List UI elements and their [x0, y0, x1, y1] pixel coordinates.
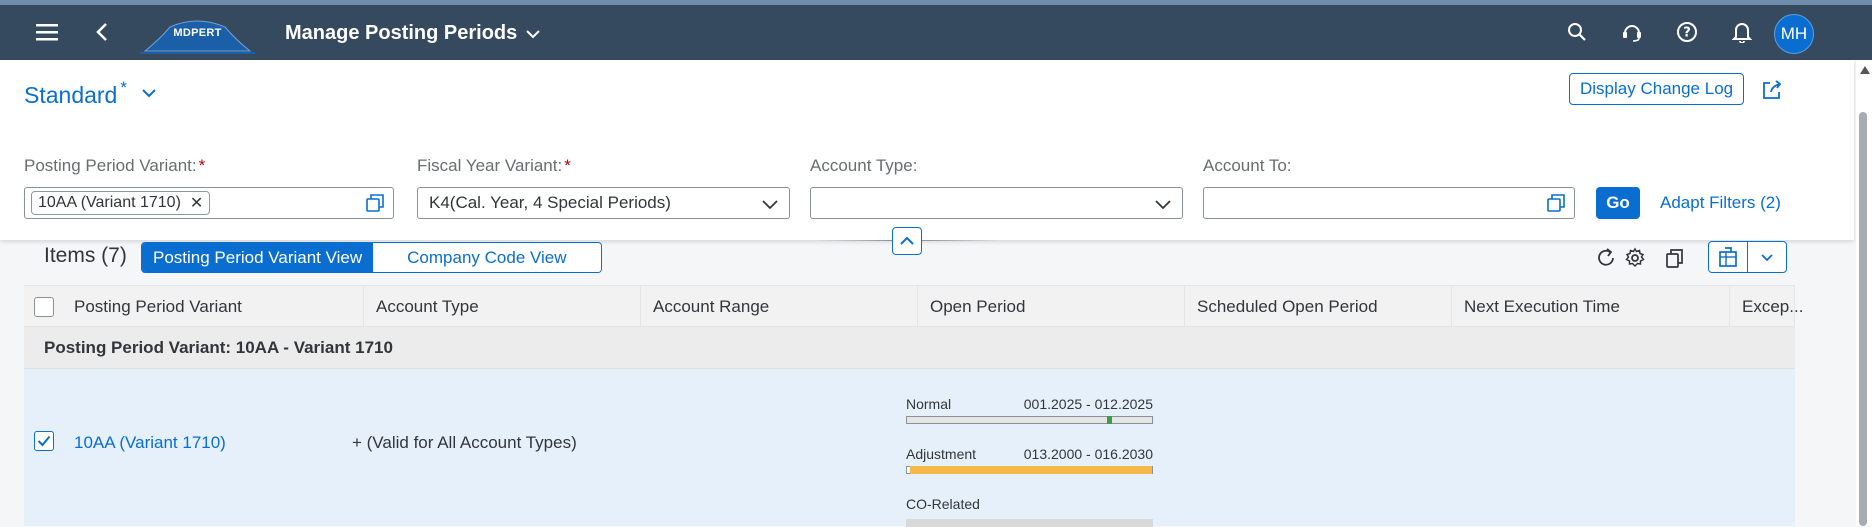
account-to-field[interactable] — [1203, 187, 1575, 219]
open-period-label-co-related: CO-Related — [906, 496, 980, 512]
export-button-group — [1708, 241, 1787, 273]
chevron-down-icon — [526, 29, 540, 38]
select-all-checkbox[interactable] — [34, 297, 54, 317]
fiscal-year-variant-value: K4(Cal. Year, 4 Special Periods) — [429, 193, 671, 212]
table-header: Posting Period Variant Account Type Acco… — [24, 285, 1803, 328]
filter-token[interactable]: 10AA (Variant 1710) ✕ — [31, 191, 211, 215]
row-checkbox[interactable] — [34, 431, 54, 451]
view-switch: Posting Period Variant View Company Code… — [141, 242, 602, 273]
shell-bar: MDPERT Manage Posting Periods ? MH — [0, 5, 1872, 60]
select-all-cell — [24, 286, 74, 328]
open-period-bar-adjustment — [906, 466, 1153, 474]
fiscal-year-variant-label: Fiscal Year Variant: * — [417, 156, 571, 175]
variant-dirty-marker: * — [120, 78, 127, 97]
value-help-icon[interactable] — [1546, 193, 1566, 213]
logo-text: MDPERT — [173, 27, 222, 39]
search-icon[interactable] — [1557, 12, 1597, 52]
refresh-icon[interactable] — [1592, 244, 1620, 272]
open-period-range-adjustment: 013.2000 - 016.2030 — [1023, 446, 1153, 462]
chevron-up-icon — [900, 236, 914, 245]
company-code-view-tab[interactable]: Company Code View — [373, 243, 601, 272]
chevron-down-icon — [1155, 200, 1171, 210]
checkmark-icon — [37, 435, 51, 447]
adapt-filters-link[interactable]: Adapt Filters (2) — [1660, 193, 1781, 213]
value-help-icon[interactable] — [365, 193, 385, 213]
svg-text:?: ? — [1683, 26, 1691, 41]
open-period-bar-adjustment-fill — [910, 466, 1152, 474]
column-header-next-execution-time[interactable]: Next Execution Time — [1452, 286, 1730, 328]
account-type-select[interactable] — [810, 187, 1183, 219]
copy-icon[interactable] — [1661, 244, 1689, 272]
column-header-account-range[interactable]: Account Range — [641, 286, 918, 328]
column-header-open-period[interactable]: Open Period — [918, 286, 1185, 328]
chevron-down-icon — [142, 89, 156, 98]
help-icon[interactable]: ? — [1667, 12, 1707, 52]
posting-period-variant-label: Posting Period Variant: * — [24, 156, 206, 175]
open-period-label-normal: Normal — [906, 396, 952, 412]
app-title-menu[interactable]: Manage Posting Periods — [285, 22, 541, 45]
support-icon[interactable] — [1612, 12, 1652, 52]
items-title: Items (7) — [44, 244, 127, 267]
app-title: Manage Posting Periods — [285, 22, 518, 44]
items-table: Posting Period Variant Account Type Acco… — [24, 285, 1803, 527]
open-period-bar-normal-marker — [1107, 416, 1112, 424]
export-spreadsheet-icon — [1719, 247, 1737, 267]
fiscal-year-variant-select[interactable]: K4(Cal. Year, 4 Special Periods) — [417, 187, 790, 219]
posting-period-variant-view-tab[interactable]: Posting Period Variant View — [142, 243, 374, 272]
account-type-cell: + (Valid for All Account Types) — [352, 433, 577, 452]
scroll-up-arrow-icon[interactable] — [1860, 66, 1870, 74]
group-header-row[interactable]: Posting Period Variant: 10AA - Variant 1… — [24, 327, 1795, 369]
posting-period-variant-field[interactable]: 10AA (Variant 1710) ✕ — [24, 187, 394, 219]
notification-icon[interactable] — [1722, 12, 1762, 52]
scrollbar-thumb[interactable] — [1859, 112, 1867, 526]
token-remove-icon[interactable]: ✕ — [190, 193, 203, 213]
variant-management[interactable]: Standard * — [24, 78, 157, 109]
variant-link[interactable]: 10AA (Variant 1710) — [74, 433, 226, 453]
account-to-label: Account To: — [1203, 156, 1292, 175]
collapse-header-button[interactable] — [892, 227, 922, 255]
table-row[interactable]: 10AA (Variant 1710) + (Valid for All Acc… — [24, 369, 1795, 527]
settings-icon[interactable] — [1621, 244, 1649, 272]
open-period-label-adjustment: Adjustment — [906, 446, 977, 462]
export-menu-button[interactable] — [1748, 242, 1786, 272]
chevron-down-icon — [762, 200, 778, 210]
export-button[interactable] — [1709, 242, 1747, 272]
company-logo[interactable]: MDPERT — [140, 15, 255, 55]
user-avatar[interactable]: MH — [1774, 14, 1814, 54]
column-header-account-type[interactable]: Account Type — [364, 286, 641, 328]
column-header-exceptions[interactable]: Excep... — [1730, 286, 1803, 328]
open-period-bar-normal — [906, 416, 1153, 424]
account-type-label: Account Type: — [810, 156, 918, 175]
back-icon[interactable] — [82, 12, 122, 52]
menu-icon[interactable] — [27, 12, 67, 52]
column-header-scheduled-open-period[interactable]: Scheduled Open Period — [1185, 286, 1452, 328]
go-button[interactable]: Go — [1596, 187, 1640, 219]
share-icon[interactable] — [1758, 76, 1786, 104]
column-header-posting-period-variant[interactable]: Posting Period Variant — [74, 286, 364, 328]
variant-name: Standard — [24, 82, 118, 108]
open-period-range-normal: 001.2025 - 012.2025 — [1023, 396, 1153, 412]
token-text: 10AA (Variant 1710) — [38, 194, 181, 211]
filter-header: Standard * Display Change Log Posting Pe… — [0, 60, 1854, 255]
chevron-down-icon — [1761, 253, 1773, 261]
display-change-log-button[interactable]: Display Change Log — [1569, 73, 1745, 105]
